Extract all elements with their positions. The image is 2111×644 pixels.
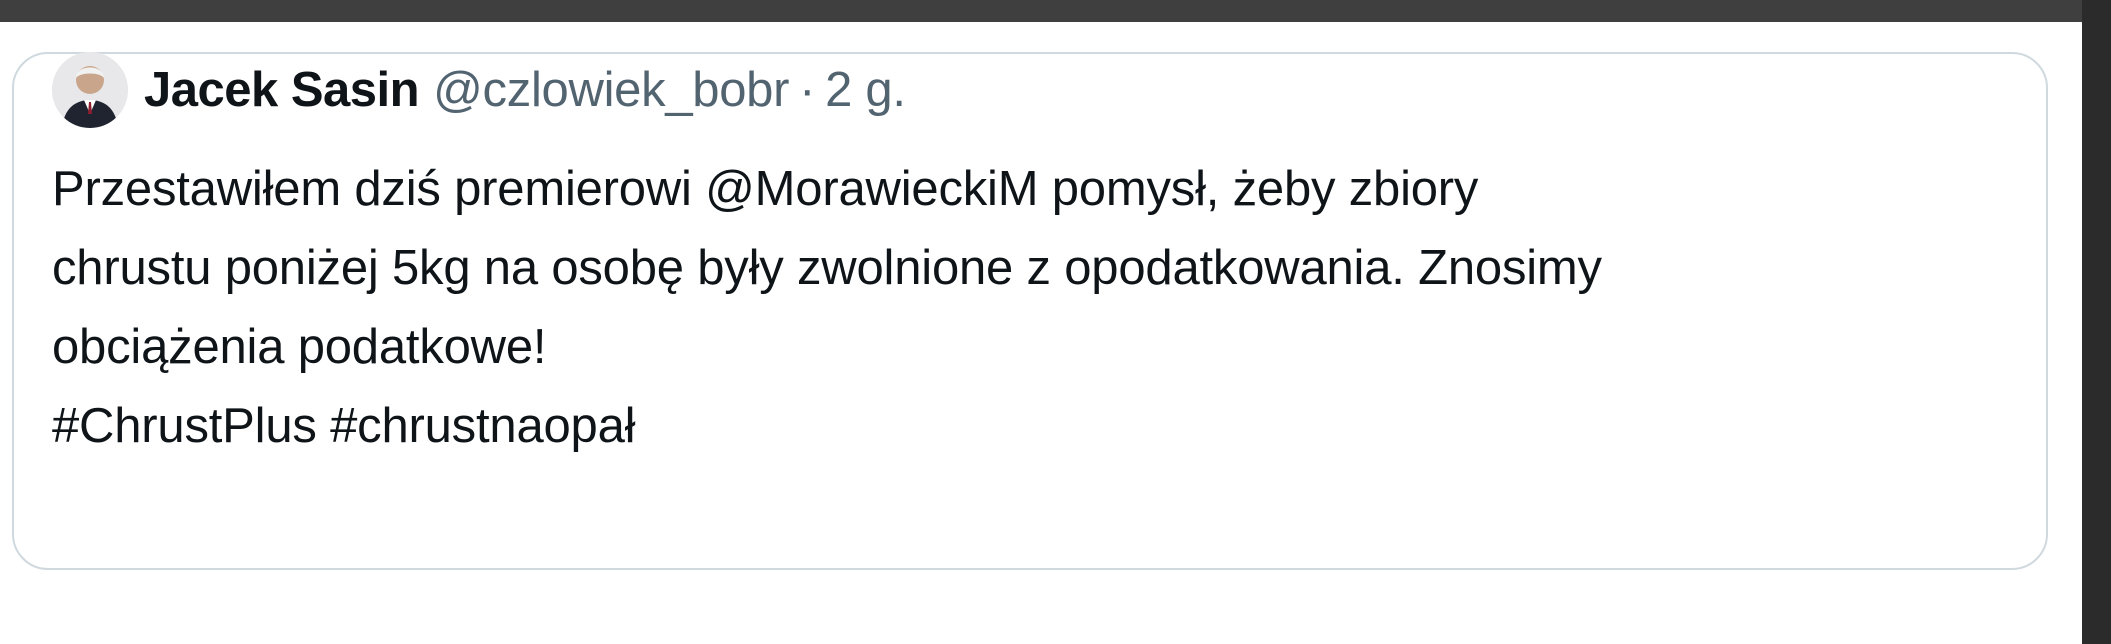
right-scrollbar-strip xyxy=(2082,0,2111,644)
author-name[interactable]: Jacek Sasin xyxy=(144,62,420,118)
tweet-body-line-1: Przestawiłem dziś premierowi @Morawiecki… xyxy=(52,162,1479,216)
tweet-body-line-4: #ChrustPlus #chrustnaopał xyxy=(52,399,636,453)
tweet-header: Jacek Sasin @czlowiek_bobr · 2 g. xyxy=(52,52,906,128)
avatar-icon xyxy=(52,52,128,128)
meta-separator: · xyxy=(799,63,816,117)
tweet-body-line-2: chrustu poniżej 5kg na osobę były zwolni… xyxy=(52,241,1602,295)
tweet-body: Przestawiłem dziś premierowi @Morawiecki… xyxy=(52,150,2012,466)
author-handle[interactable]: @czlowiek_bobr xyxy=(433,62,789,118)
avatar[interactable] xyxy=(52,52,128,128)
tweet-time[interactable]: 2 g. xyxy=(825,62,906,118)
tweet-body-line-3: obciążenia podatkowe! xyxy=(52,320,547,374)
